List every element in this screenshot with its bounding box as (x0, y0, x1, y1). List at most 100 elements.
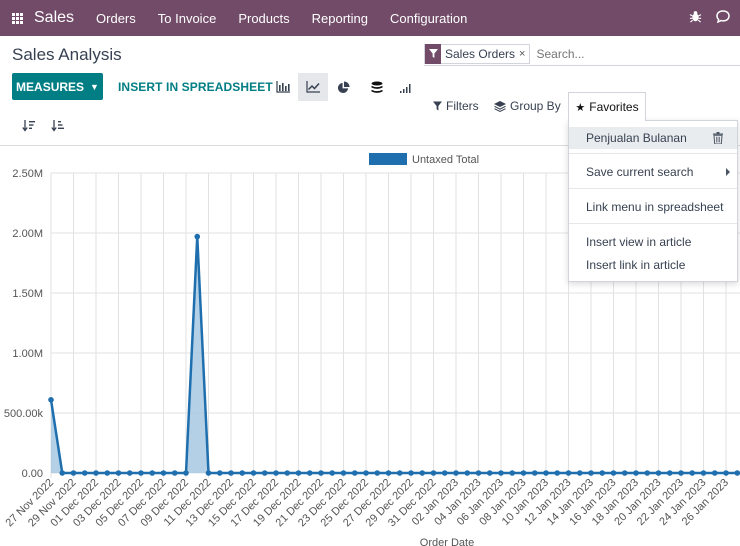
data-point (273, 470, 279, 476)
filters-label: Filters (446, 99, 479, 113)
data-point (48, 397, 54, 403)
menu-reporting[interactable]: Reporting (312, 11, 368, 26)
favorites-dropdown: Penjualan Bulanan Save current search Li… (568, 120, 738, 282)
y-tick-label: 0.00 (22, 468, 43, 480)
caret-down-icon: ▼ (90, 81, 99, 92)
data-point (363, 470, 369, 476)
apps-grid-icon[interactable] (2, 0, 32, 36)
layers-icon (494, 100, 506, 112)
data-point (599, 470, 606, 476)
dropdown-divider (569, 153, 737, 154)
top-navbar: Sales Orders To Invoice Products Reporti… (0, 0, 740, 36)
data-point (295, 470, 302, 476)
bar-chart-icon[interactable] (268, 73, 298, 101)
data-point (194, 233, 201, 240)
data-point (351, 470, 358, 476)
favorites-button[interactable]: ★ Favorites (568, 92, 646, 121)
menu-to-invoice[interactable]: To Invoice (158, 11, 217, 26)
data-point (59, 470, 66, 476)
y-tick-label: 1.00M (12, 348, 43, 360)
line-chart-icon[interactable] (298, 73, 328, 101)
y-tick-label: 2.50M (12, 168, 43, 180)
measures-label: MEASURES (16, 79, 85, 94)
menu-products[interactable]: Products (238, 11, 289, 26)
x-axis-title: Order Date (420, 537, 474, 546)
data-point (419, 470, 426, 476)
facet-remove-icon[interactable]: × (519, 48, 529, 60)
y-tick-label: 1.50M (12, 288, 43, 300)
data-point (700, 470, 707, 476)
data-point (441, 470, 448, 476)
save-current-search-item[interactable]: Save current search (569, 161, 737, 183)
data-point (160, 470, 167, 476)
data-point (374, 470, 381, 476)
data-point (81, 470, 88, 476)
sort-descending-icon[interactable] (17, 116, 39, 134)
measures-button[interactable]: MEASURES ▼ (12, 73, 103, 100)
data-point (565, 470, 572, 476)
filter-icon (425, 43, 441, 64)
data-point (588, 470, 594, 476)
data-point (520, 470, 527, 476)
data-point (340, 470, 347, 476)
facet-value: Sales Orders (445, 46, 516, 61)
data-point (734, 470, 740, 476)
data-point (205, 470, 212, 476)
chat-icon[interactable] (712, 10, 734, 26)
data-point (576, 470, 583, 476)
page-title: Sales Analysis (12, 45, 122, 64)
filters-button[interactable]: Filters (433, 99, 479, 113)
menu-configuration[interactable]: Configuration (390, 11, 467, 26)
systray (684, 0, 740, 36)
search-facet[interactable]: Sales Orders × (424, 43, 531, 64)
insert-view-article-item[interactable]: Insert view in article (569, 231, 737, 253)
data-point (138, 470, 144, 476)
data-point (104, 470, 111, 476)
data-point (610, 470, 617, 476)
trash-icon[interactable] (713, 132, 723, 144)
favorite-item-label: Penjualan Bulanan (586, 131, 687, 145)
menu-orders[interactable]: Orders (96, 11, 136, 26)
data-point (678, 470, 684, 476)
data-point (93, 470, 99, 476)
save-current-search-label: Save current search (586, 165, 694, 179)
data-point (464, 470, 471, 476)
x-axis-ticks: 27 Nov 202229 Nov 202201 Dec 202203 Dec … (4, 477, 732, 530)
pie-chart-icon[interactable] (328, 73, 358, 101)
dropdown-divider (569, 223, 737, 224)
link-menu-spreadsheet-item[interactable]: Link menu in spreadsheet (569, 196, 737, 218)
data-point (486, 470, 493, 476)
stacked-icon[interactable] (362, 73, 392, 101)
search-bar[interactable]: Sales Orders × (424, 42, 740, 66)
sort-ascending-icon[interactable] (46, 116, 68, 134)
dropdown-divider (569, 188, 737, 189)
y-tick-label: 500.00k (4, 408, 44, 420)
bug-icon[interactable] (684, 10, 706, 26)
legend-label[interactable]: Untaxed Total (412, 154, 479, 166)
insert-link-article-item[interactable]: Insert link in article (569, 254, 737, 276)
data-point (239, 470, 246, 476)
data-point (306, 470, 313, 476)
legend-swatch[interactable] (369, 153, 407, 165)
data-point (621, 470, 628, 476)
data-point (126, 470, 133, 476)
favorite-item-penjualan-bulanan[interactable]: Penjualan Bulanan (569, 127, 737, 149)
data-point (115, 470, 122, 476)
data-point (531, 470, 538, 476)
insert-in-spreadsheet-button[interactable]: INSERT IN SPREADSHEET (118, 80, 273, 94)
data-point (711, 470, 718, 476)
data-point (666, 470, 673, 476)
data-point (644, 470, 651, 476)
data-point (171, 470, 178, 476)
data-point (385, 470, 392, 476)
data-point (554, 470, 561, 476)
data-point (723, 470, 729, 476)
search-input[interactable] (536, 46, 727, 61)
app-brand[interactable]: Sales (34, 9, 74, 27)
data-point (655, 470, 662, 476)
filter-icon (433, 101, 442, 111)
data-point (498, 470, 504, 476)
data-point (250, 470, 257, 476)
groupby-button[interactable]: Group By (494, 99, 561, 113)
cumulative-icon[interactable] (391, 73, 421, 101)
